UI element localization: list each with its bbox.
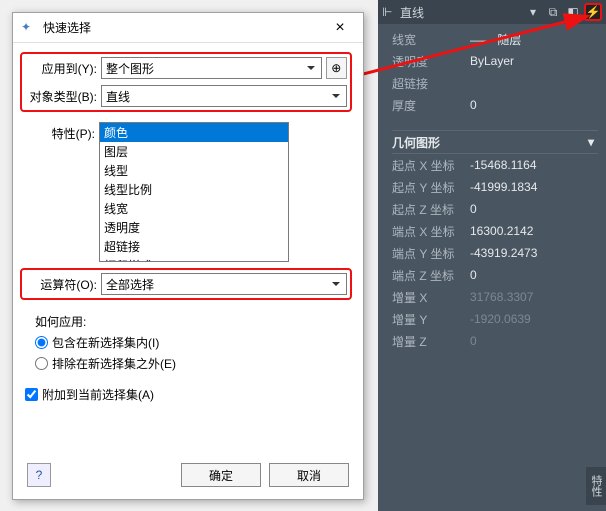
panel-header-icons: ▾ ⧉ ◧ ⚡ <box>524 3 602 21</box>
panel-body: 线宽—— 随层透明度ByLayer超链接厚度0 几何图形 ▾ 起点 X 坐标-1… <box>378 24 606 360</box>
howto-group: 如何应用: 包含在新选择集内(I) 排除在新选择集之外(E) 附加到当前选择集(… <box>35 313 349 403</box>
radio-include[interactable]: 包含在新选择集内(I) <box>35 334 349 351</box>
props-item[interactable]: 超链接 <box>100 237 288 256</box>
objtype-select[interactable]: 直线 <box>101 85 347 107</box>
ok-button[interactable]: 确定 <box>181 463 261 487</box>
property-label: 端点 Z 坐标 <box>392 267 464 284</box>
property-value[interactable]: —— 随层 <box>464 31 598 48</box>
property-row[interactable]: 端点 Y 坐标-43919.2473 <box>392 242 598 264</box>
props-item[interactable]: 图层 <box>100 142 288 161</box>
check-append[interactable]: 附加到当前选择集(A) <box>25 386 349 403</box>
dialog-title: 快速选择 <box>43 19 325 36</box>
property-label: 增量 Z <box>392 333 464 350</box>
property-row[interactable]: 厚度0 <box>392 94 598 116</box>
cancel-button[interactable]: 取消 <box>269 463 349 487</box>
property-value[interactable]: ByLayer <box>464 54 598 68</box>
property-row[interactable]: 超链接 <box>392 72 598 94</box>
properties-panel: ⊩ 直线 ▾ ⧉ ◧ ⚡ 线宽—— 随层透明度ByLayer超链接厚度0 几何图… <box>378 0 606 511</box>
property-row[interactable]: 端点 X 坐标16300.2142 <box>392 220 598 242</box>
property-value[interactable]: 31768.3307 <box>464 290 598 304</box>
props-item[interactable]: 打印样式 <box>100 256 288 262</box>
pin-icon[interactable]: ⊩ <box>382 5 396 19</box>
dialog-titlebar: ✦ 快速选择 × <box>13 13 363 43</box>
props-item[interactable]: 线型比例 <box>100 180 288 199</box>
radio-exclude[interactable]: 排除在新选择集之外(E) <box>35 355 349 372</box>
help-button[interactable]: ? <box>27 463 51 487</box>
property-value[interactable]: 0 <box>464 334 598 348</box>
property-label: 起点 X 坐标 <box>392 157 464 174</box>
props-item[interactable]: 线宽 <box>100 199 288 218</box>
panel-side-tab[interactable]: 特性 <box>586 467 606 505</box>
property-value[interactable]: 0 <box>464 268 598 282</box>
property-row[interactable]: 增量 X31768.3307 <box>392 286 598 308</box>
property-row[interactable]: 增量 Y-1920.0639 <box>392 308 598 330</box>
property-value[interactable]: -1920.0639 <box>464 312 598 326</box>
dialog-body: 应用到(Y): 整个图形 ⊕ 对象类型(B): 直线 特性(P): 颜色图层线型… <box>13 43 363 417</box>
property-value[interactable]: 0 <box>464 98 598 112</box>
howto-label: 如何应用: <box>35 313 349 330</box>
property-label: 端点 X 坐标 <box>392 223 464 240</box>
property-row[interactable]: 起点 Z 坐标0 <box>392 198 598 220</box>
property-row[interactable]: 线宽—— 随层 <box>392 28 598 50</box>
operator-select[interactable]: 全部选择 <box>101 273 347 295</box>
property-label: 起点 Y 坐标 <box>392 179 464 196</box>
property-row[interactable]: 增量 Z0 <box>392 330 598 352</box>
filter-icon[interactable]: ◧ <box>564 3 582 21</box>
property-label: 透明度 <box>392 53 464 70</box>
panel-title: 直线 <box>396 4 524 21</box>
property-label: 厚度 <box>392 97 464 114</box>
property-row[interactable]: 起点 X 坐标-15468.1164 <box>392 154 598 176</box>
section-geometry[interactable]: 几何图形 ▾ <box>392 130 598 154</box>
property-value[interactable]: -15468.1164 <box>464 158 598 172</box>
objtype-label: 对象类型(B): <box>25 85 101 105</box>
property-row[interactable]: 起点 Y 坐标-41999.1834 <box>392 176 598 198</box>
applyto-select[interactable]: 整个图形 <box>101 57 322 79</box>
app-icon: ✦ <box>21 20 37 36</box>
property-value[interactable]: 0 <box>464 202 598 216</box>
property-label: 增量 X <box>392 289 464 306</box>
property-value[interactable]: -41999.1834 <box>464 180 598 194</box>
property-value[interactable]: -43919.2473 <box>464 246 598 260</box>
quickselect-icon[interactable]: ⚡ <box>584 3 602 21</box>
props-listbox[interactable]: 颜色图层线型线型比例线宽透明度超链接打印样式厚度起点 X 坐标起点 Y 坐标起点… <box>99 122 289 262</box>
property-label: 超链接 <box>392 75 464 92</box>
chevron-down-icon: ▾ <box>588 135 594 149</box>
pick-objects-button[interactable]: ⊕ <box>326 57 347 79</box>
copy-icon[interactable]: ⧉ <box>544 3 562 21</box>
props-item[interactable]: 线型 <box>100 161 288 180</box>
props-label: 特性(P): <box>23 122 99 142</box>
picker-icon[interactable]: ▾ <box>524 3 542 21</box>
property-label: 线宽 <box>392 31 464 48</box>
property-label: 起点 Z 坐标 <box>392 201 464 218</box>
section-geometry-label: 几何图形 <box>392 134 440 151</box>
props-item[interactable]: 透明度 <box>100 218 288 237</box>
dialog-buttons: ? 确定 取消 <box>27 463 349 487</box>
property-row[interactable]: 透明度ByLayer <box>392 50 598 72</box>
property-row[interactable]: 端点 Z 坐标0 <box>392 264 598 286</box>
quick-select-dialog: ✦ 快速选择 × 应用到(Y): 整个图形 ⊕ 对象类型(B): 直线 特性(P… <box>12 12 364 500</box>
property-value[interactable]: 16300.2142 <box>464 224 598 238</box>
props-item[interactable]: 颜色 <box>100 123 288 142</box>
panel-header: ⊩ 直线 ▾ ⧉ ◧ ⚡ <box>378 0 606 24</box>
applyto-label: 应用到(Y): <box>25 57 101 77</box>
property-label: 端点 Y 坐标 <box>392 245 464 262</box>
close-icon[interactable]: × <box>325 19 355 37</box>
property-label: 增量 Y <box>392 311 464 328</box>
operator-label: 运算符(O): <box>25 273 101 293</box>
